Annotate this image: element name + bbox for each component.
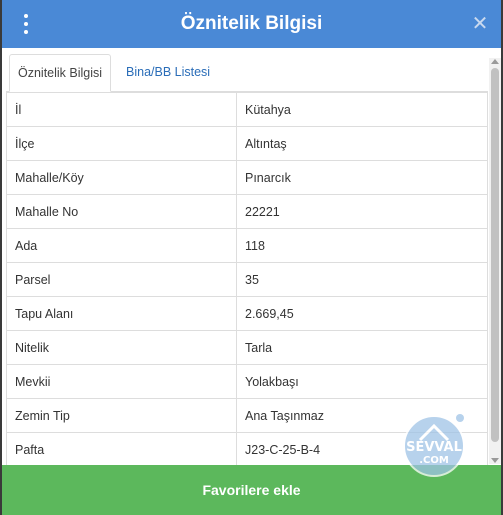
dialog-header: Öznitelik Bilgisi ✕ (2, 0, 501, 48)
attribute-value: 118 (236, 228, 488, 263)
attribute-value: 2.669,45 (236, 296, 488, 331)
attribute-key: Mahalle No (6, 194, 237, 229)
attribute-key: Mevkii (6, 364, 237, 399)
table-row: Tapu Alanı 2.669,45 (6, 296, 488, 331)
table-row: Parsel 35 (6, 262, 488, 297)
attribute-key: Nitelik (6, 330, 237, 365)
attribute-key: Ada (6, 228, 237, 263)
attribute-value: Pınarcık (236, 160, 488, 195)
table-row: Ada 118 (6, 228, 488, 263)
attribute-value: Kütahya (236, 92, 488, 127)
tab-bar: Öznitelik Bilgisi Bina/BB Listesi (6, 54, 488, 92)
dialog-title: Öznitelik Bilgisi (180, 13, 323, 34)
attribute-key: Mahalle/Köy (6, 160, 237, 195)
attribute-key: Parsel (6, 262, 237, 297)
attribute-value: 22221 (236, 194, 488, 229)
close-icon[interactable]: ✕ (469, 12, 491, 36)
attribute-key: İl (6, 92, 237, 127)
attribute-value: Altıntaş (236, 126, 488, 161)
table-row: Mahalle No 22221 (6, 194, 488, 229)
tab-building-list[interactable]: Bina/BB Listesi (118, 54, 218, 90)
scroll-up-arrow-icon[interactable] (491, 59, 499, 64)
attribute-key: İlçe (6, 126, 237, 161)
table-row: Mahalle/Köy Pınarcık (6, 160, 488, 195)
attribute-value: Yolakbaşı (236, 364, 488, 399)
scroll-down-arrow-icon[interactable] (491, 458, 499, 463)
vertical-scrollbar[interactable] (489, 58, 501, 464)
attribute-key: Zemin Tip (6, 398, 237, 433)
attribute-value: 35 (236, 262, 488, 297)
table-row: İlçe Altıntaş (6, 126, 488, 161)
watermark-subtext: .COM (419, 455, 449, 466)
scrollbar-thumb[interactable] (491, 68, 499, 442)
table-row: İl Kütahya (6, 92, 488, 127)
attribute-info-dialog: Öznitelik Bilgisi ✕ Öznitelik Bilgisi Bi… (2, 0, 501, 515)
attribute-key: Pafta (6, 432, 237, 465)
watermark-logo: SEVVAL .COM (400, 410, 468, 478)
more-options-icon[interactable] (20, 14, 32, 34)
table-row: Mevkii Yolakbaşı (6, 364, 488, 399)
attribute-value: Tarla (236, 330, 488, 365)
watermark-text: SEVVAL (406, 440, 462, 455)
tab-attribute-info[interactable]: Öznitelik Bilgisi (9, 54, 112, 92)
attribute-key: Tapu Alanı (6, 296, 237, 331)
table-row: Nitelik Tarla (6, 330, 488, 365)
